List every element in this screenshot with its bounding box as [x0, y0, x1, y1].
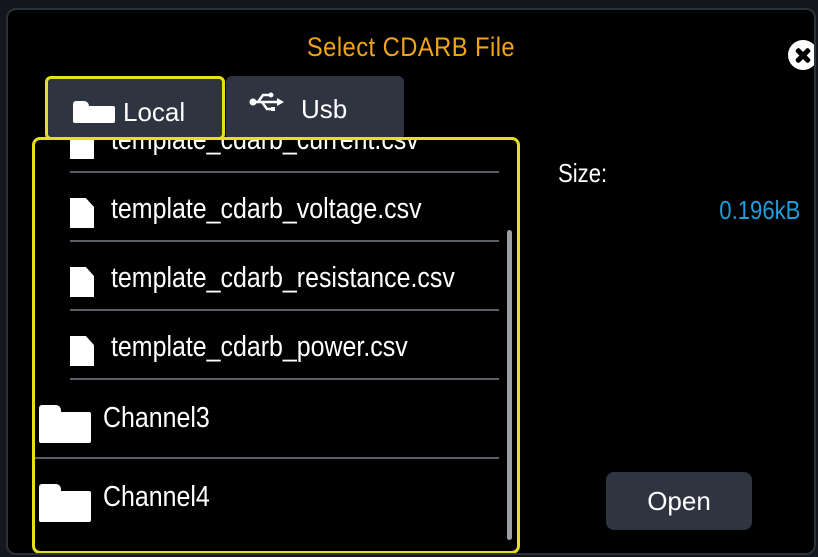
file-icon	[70, 198, 94, 228]
tab-local-label: Local	[123, 97, 186, 127]
file-name: template_cdarb_voltage.csv	[111, 193, 422, 225]
size-value: 0.196kB	[718, 195, 800, 225]
folder-name: Channel4	[103, 481, 210, 513]
folder-name: Channel3	[103, 402, 210, 434]
size-label: Size:	[558, 158, 608, 188]
tab-usb-label: Usb	[301, 94, 348, 124]
close-icon[interactable]	[788, 40, 814, 70]
list-item[interactable]: Channel3	[35, 380, 499, 459]
file-list[interactable]: template_cdarb_current.csv template_cdar…	[32, 137, 520, 553]
file-icon	[70, 267, 94, 297]
list-item[interactable]: Channel4	[35, 459, 499, 538]
list-item[interactable]: template_cdarb_resistance.csv	[35, 242, 499, 311]
file-icon	[70, 336, 94, 366]
folder-icon	[39, 405, 91, 443]
dialog-title: Select CDARB File	[306, 32, 516, 62]
file-name: template_cdarb_resistance.csv	[111, 262, 455, 294]
select-file-dialog: Select CDARB File Local Usb template_cda…	[6, 8, 816, 555]
usb-icon	[249, 92, 284, 111]
list-item[interactable]: template_cdarb_power.csv	[35, 311, 499, 380]
list-item[interactable]: template_cdarb_current.csv	[35, 137, 499, 173]
file-name: template_cdarb_power.csv	[111, 331, 408, 363]
open-button[interactable]: Open	[606, 472, 752, 530]
scrollbar[interactable]	[507, 230, 512, 540]
list-item[interactable]: template_cdarb_voltage.csv	[35, 173, 499, 242]
tab-usb[interactable]: Usb	[226, 76, 404, 140]
folder-icon	[39, 484, 91, 522]
folder-icon	[73, 101, 115, 123]
file-icon	[70, 140, 94, 159]
file-name: template_cdarb_current.csv	[111, 137, 419, 156]
tab-local[interactable]: Local	[45, 76, 225, 140]
